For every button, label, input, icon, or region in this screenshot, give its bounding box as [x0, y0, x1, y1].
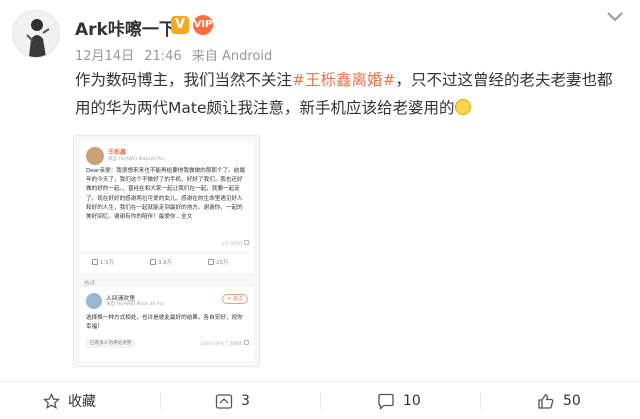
favorite-button[interactable]: 收藏	[43, 382, 96, 419]
embedded-hint-icon	[244, 240, 249, 245]
embedded-like-count: 20万	[216, 260, 229, 266]
embedded-like: 20万	[208, 258, 228, 266]
embedded-comment-hint: 1000人评论了该微博	[200, 342, 242, 347]
embedded-comment-icon	[150, 259, 156, 265]
embedded-post-card: 王栎鑫 来自 HUAWEI Mate30 Pro Dear亲爱：我很想来来也不能…	[80, 142, 254, 273]
repost-button[interactable]: 3	[215, 382, 250, 419]
post-time[interactable]: 21:46	[144, 49, 181, 64]
embedded-post-text: Dear亲爱：我很想来来也不能再给要他我做做的那那个了。结婚年的今天了，我们这个…	[86, 168, 245, 221]
action-bar: 收藏 3 10 50	[0, 381, 640, 419]
embedded-post-meta: 来自 HUAWEI Mate30 Pro	[108, 157, 165, 162]
repost-icon	[215, 393, 233, 409]
embedded-comment: 3.9万	[150, 258, 172, 266]
repost-count: 3	[241, 393, 250, 409]
post-date[interactable]: 12月14日	[75, 49, 134, 64]
action-divider	[160, 393, 161, 410]
embedded-post-hint: 2个小时前	[221, 242, 242, 247]
embedded-repost-count: 1.5万	[100, 260, 114, 266]
chevron-down-icon[interactable]	[602, 10, 628, 24]
embedded-section-label: 热评	[84, 281, 96, 287]
post-text-part1: 作为数码博主，我们当然不关注	[75, 71, 293, 89]
embedded-comment-text: 选择换一种方式相处，也许是彼此最好的结果。各自安好，祝你幸福！	[86, 315, 243, 331]
comment-count: 10	[403, 393, 421, 409]
embedded-comment-card: 人间清欢里 来自 HUAWEI Mate 30 Pro + 关注 选择换一种方式…	[80, 287, 254, 361]
embedded-avatar	[86, 147, 104, 165]
thumbs-up-icon	[538, 393, 554, 409]
embedded-action-row: 1.5万 3.9万 20万	[80, 252, 254, 270]
laughing-emoji-icon	[454, 99, 471, 115]
action-divider	[480, 393, 481, 410]
author-name[interactable]: Ark咔嚓一下	[75, 15, 176, 40]
action-divider	[320, 393, 321, 410]
comment-icon	[378, 393, 394, 410]
like-count: 50	[563, 393, 581, 409]
avatar-figure-icon	[26, 19, 50, 57]
embedded-commenter-meta: 来自 HUAWEI Mate 30 Pro	[106, 302, 165, 307]
embedded-like-icon	[208, 259, 214, 265]
embedded-comment-count: 3.9万	[158, 260, 172, 266]
embedded-comment-tag: 已有多人为评论点赞	[86, 339, 136, 348]
embedded-author-name: 王栎鑫	[108, 149, 127, 156]
star-icon	[43, 392, 60, 409]
post-meta: 12月14日 21:46 来自 Android	[75, 45, 278, 64]
embedded-follow-button: + 关注	[222, 294, 248, 304]
vip-badge-icon: VIP	[193, 15, 213, 35]
post-text: 作为数码博主，我们当然不关注#王栎鑫离婚#，只不过这曾经的老夫老妻也都用的华为两…	[75, 66, 625, 122]
embedded-comment-hint-icon	[244, 340, 249, 345]
avatar[interactable]	[12, 10, 60, 58]
hashtag-link[interactable]: #王栎鑫离婚#	[292, 71, 395, 89]
comment-button[interactable]: 10	[377, 382, 421, 419]
post-source: 来自 Android	[191, 49, 273, 64]
embedded-repost: 1.5万	[92, 258, 114, 266]
verified-badge-icon: V	[171, 16, 189, 34]
embedded-screenshot[interactable]: 王栎鑫 来自 HUAWEI Mate30 Pro Dear亲爱：我很想来来也不能…	[73, 135, 260, 367]
embedded-repost-icon	[92, 259, 98, 265]
favorite-label: 收藏	[68, 394, 96, 410]
like-button[interactable]: 50	[537, 382, 581, 419]
embedded-commenter-avatar	[86, 293, 102, 309]
weibo-post: Ark咔嚓一下 V VIP 12月14日 21:46 来自 Android 作为…	[0, 0, 640, 419]
